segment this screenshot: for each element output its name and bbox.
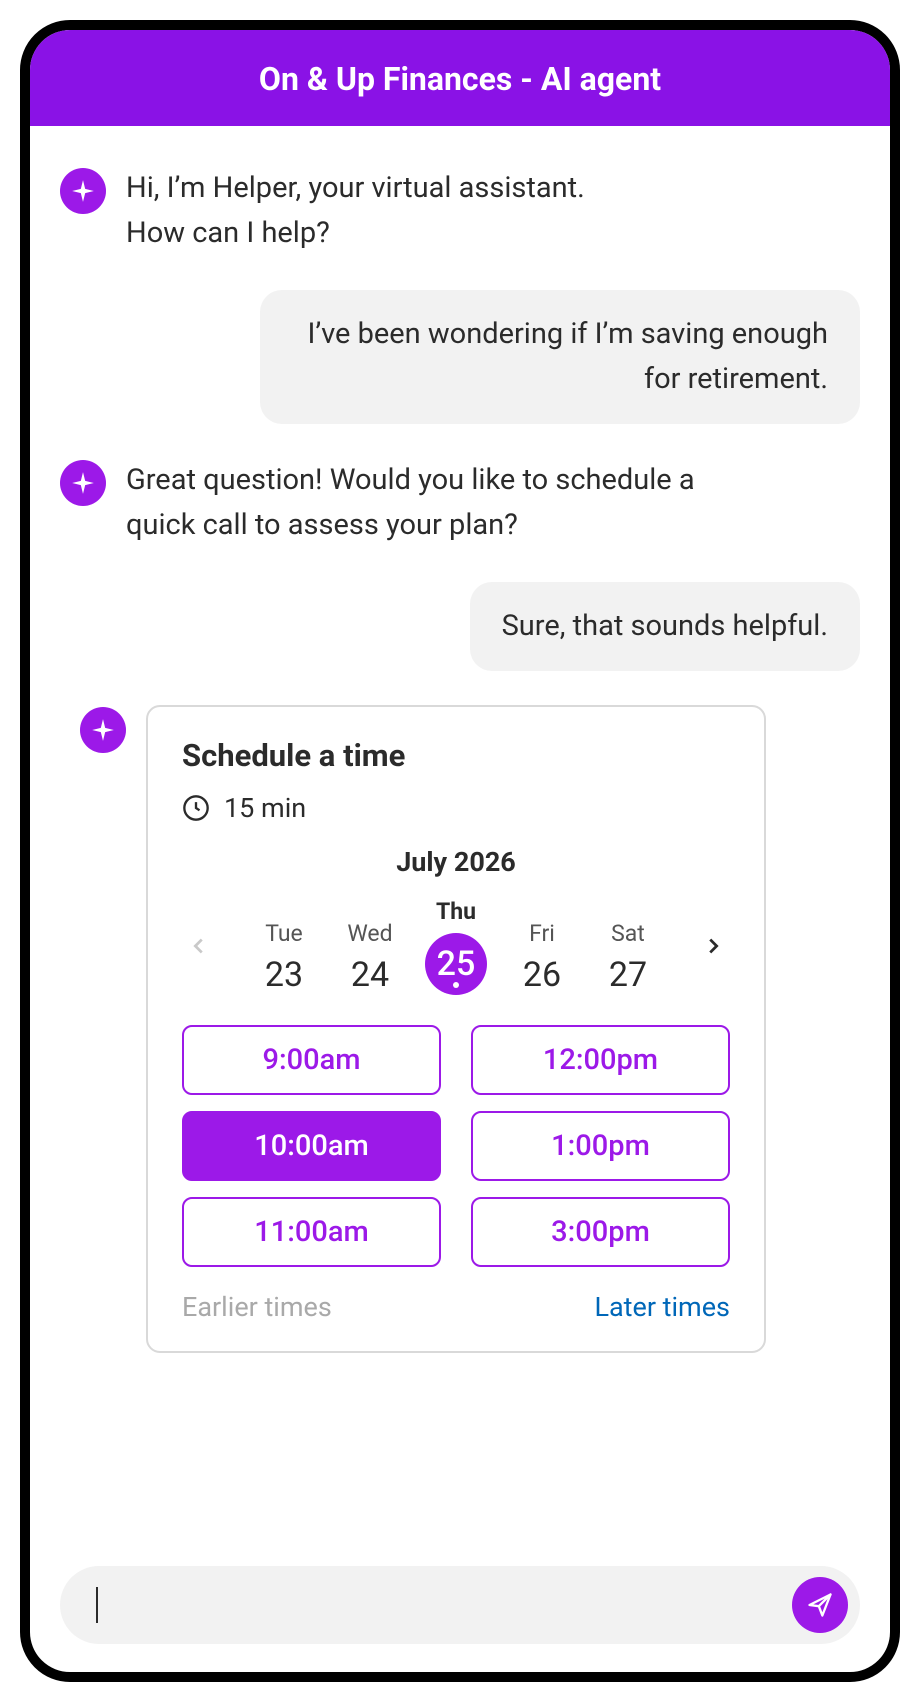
time-option[interactable]: 12:00pm — [471, 1025, 730, 1095]
date-picker-row: Tue 23 Wed 24 Thu 25 Fri 26 Sat 27 — [182, 898, 730, 995]
date-dayofweek: Thu — [420, 898, 492, 925]
schedule-duration: 15 min — [182, 792, 730, 824]
date-number: 26 — [506, 955, 578, 995]
send-button[interactable] — [792, 1577, 848, 1633]
text-line: How can I help? — [126, 211, 585, 256]
user-message-text: Sure, that sounds helpful. — [470, 582, 860, 671]
schedule-card: Schedule a time 15 min July 2026 Tue 23 We… — [146, 705, 766, 1353]
header: On & Up Finances - AI agent — [30, 30, 890, 126]
chat-area: Hi, I’m Helper, your virtual assistant. … — [30, 126, 890, 1672]
date-indicator-dot — [453, 982, 459, 988]
user-message: Sure, that sounds helpful. — [60, 582, 860, 671]
dates-list: Tue 23 Wed 24 Thu 25 Fri 26 Sat 27 — [248, 898, 664, 995]
times-nav: Earlier times Later times — [182, 1291, 730, 1323]
bot-message-text: Great question! Would you like to schedu… — [126, 458, 766, 548]
date-dayofweek: Fri — [506, 920, 578, 947]
bot-message: Hi, I’m Helper, your virtual assistant. … — [60, 166, 860, 256]
date-number: 27 — [592, 955, 664, 995]
chevron-left-icon — [188, 931, 210, 961]
time-option[interactable]: 1:00pm — [471, 1111, 730, 1181]
text-line: Hi, I’m Helper, your virtual assistant. — [126, 166, 585, 211]
next-dates-button[interactable] — [696, 929, 730, 963]
bot-message: Schedule a time 15 min July 2026 Tue 23 We… — [60, 705, 860, 1353]
later-times-link[interactable]: Later times — [594, 1291, 730, 1323]
chat-window: On & Up Finances - AI agent Hi, I’m Help… — [20, 20, 900, 1682]
time-grid: 9:00am 12:00pm 10:00am 1:00pm 11:00am 3:00pm — [182, 1025, 730, 1267]
send-icon — [806, 1591, 834, 1619]
date-number: 24 — [334, 955, 406, 995]
schedule-title: Schedule a time — [182, 737, 730, 774]
date-number: 23 — [248, 955, 320, 995]
date-option[interactable]: Tue 23 — [248, 920, 320, 995]
date-option[interactable]: Sat 27 — [592, 920, 664, 995]
sparkle-icon — [70, 178, 96, 204]
month-label: July 2026 — [182, 846, 730, 878]
date-dayofweek: Wed — [334, 920, 406, 947]
time-option[interactable]: 9:00am — [182, 1025, 441, 1095]
bot-avatar — [80, 707, 126, 753]
bot-message: Great question! Would you like to schedu… — [60, 458, 860, 548]
bot-avatar — [60, 460, 106, 506]
time-option[interactable]: 10:00am — [182, 1111, 441, 1181]
date-option[interactable]: Thu 25 — [420, 898, 492, 995]
header-title: On & Up Finances - AI agent — [259, 60, 661, 98]
prev-dates-button[interactable] — [182, 929, 216, 963]
date-dayofweek: Tue — [248, 920, 320, 947]
sparkle-icon — [70, 470, 96, 496]
bot-message-text: Hi, I’m Helper, your virtual assistant. … — [126, 166, 585, 256]
time-option[interactable]: 3:00pm — [471, 1197, 730, 1267]
date-option[interactable]: Wed 24 — [334, 920, 406, 995]
text-caret — [96, 1587, 98, 1623]
date-number: 25 — [437, 947, 476, 981]
date-dayofweek: Sat — [592, 920, 664, 947]
bot-avatar — [60, 168, 106, 214]
earlier-times-link: Earlier times — [182, 1291, 332, 1323]
date-option[interactable]: Fri 26 — [506, 920, 578, 995]
duration-text: 15 min — [224, 792, 306, 824]
user-message: I’ve been wondering if I’m saving enough… — [60, 290, 860, 424]
sparkle-icon — [90, 717, 116, 743]
time-option[interactable]: 11:00am — [182, 1197, 441, 1267]
selected-date-circle: 25 — [425, 933, 487, 995]
clock-icon — [182, 794, 210, 822]
user-message-text: I’ve been wondering if I’m saving enough… — [260, 290, 860, 424]
chevron-right-icon — [702, 931, 724, 961]
message-input[interactable] — [60, 1566, 860, 1644]
